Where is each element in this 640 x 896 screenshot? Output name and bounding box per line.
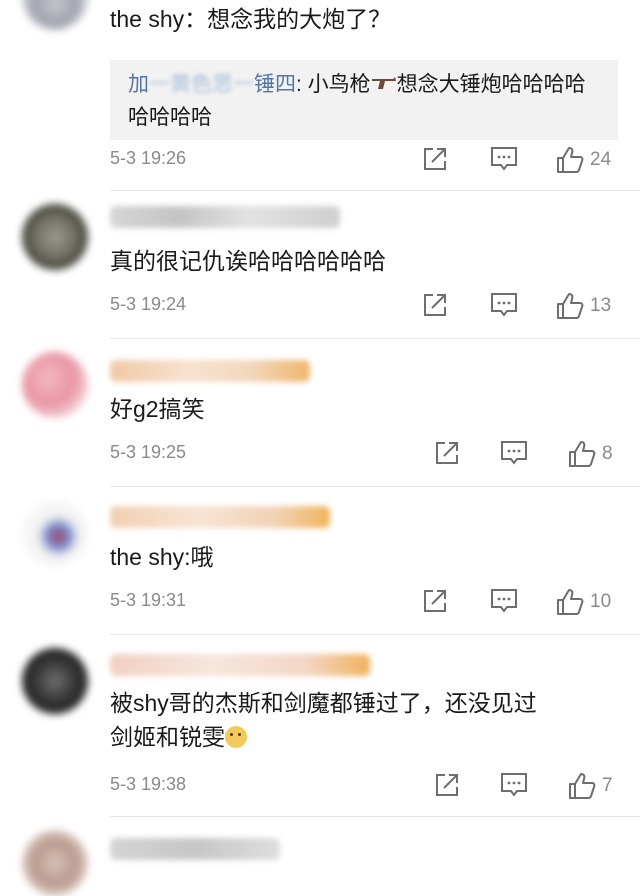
timestamp: 5-3 19:31 (110, 590, 187, 610)
comment-item: the shy：想念我的大炮了？ 加一黄色思一锤四: 小鸟枪 想念大锤炮哈哈哈哈哈… (0, 0, 640, 190)
share-button[interactable] (422, 292, 448, 318)
thumbs-up-icon (569, 773, 596, 799)
doge-emoji-icon (225, 726, 247, 748)
avatar[interactable] (22, 830, 88, 896)
comment-button[interactable] (490, 146, 518, 172)
comment-meta: 5-3 19:31 10 (110, 588, 620, 618)
comment-meta: 5-3 19:25 8 (110, 440, 620, 470)
reply-author-blurred[interactable]: 一黄色思一 (149, 73, 254, 96)
like-count: 10 (590, 591, 612, 612)
comment-item: 好g2搞笑 5-3 19:25 8 (0, 338, 640, 486)
comment-icon (491, 589, 517, 613)
reply-author[interactable]: 加 (128, 73, 149, 96)
comment-icon (491, 147, 517, 171)
avatar[interactable] (22, 204, 88, 270)
like-count: 8 (602, 443, 613, 464)
comment-meta: 5-3 19:24 13 (110, 292, 620, 322)
comment-icon (491, 293, 517, 317)
comment-item: 真的很记仇诶哈哈哈哈哈哈 5-3 19:24 13 (0, 190, 640, 338)
like-count: 24 (590, 149, 612, 170)
comment-text-line: 被shy哥的杰斯和剑魔都锤过了，还没见过 (110, 690, 537, 716)
username-blurred[interactable] (110, 206, 340, 228)
username-blurred[interactable] (110, 360, 310, 382)
comment-button[interactable] (500, 772, 528, 798)
share-icon (436, 442, 458, 464)
username-blurred[interactable] (110, 838, 280, 860)
timestamp: 5-3 19:25 (110, 442, 187, 462)
like-button[interactable]: 8 (568, 440, 613, 468)
comment-item: 被shy哥的杰斯和剑魔都锤过了，还没见过 剑姬和锐雯 5-3 19:38 7 (0, 634, 640, 816)
comment-text-line-2-text: 剑姬和锐雯 (110, 724, 225, 750)
comment-text: the shy:哦 (110, 544, 214, 570)
share-button[interactable] (434, 440, 460, 466)
comment-item: the shy:哦 5-3 19:31 10 (0, 486, 640, 634)
comment-text-line-2: 剑姬和锐雯 (110, 720, 616, 754)
share-icon (424, 294, 446, 316)
like-count: 13 (590, 295, 612, 316)
username-blurred[interactable] (110, 506, 330, 528)
comment-text: 被shy哥的杰斯和剑魔都锤过了，还没见过 剑姬和锐雯 (110, 686, 616, 754)
username-blurred[interactable] (110, 654, 370, 676)
share-button[interactable] (422, 588, 448, 614)
share-icon (424, 590, 446, 612)
comment-icon (501, 773, 527, 797)
thumbs-up-icon (557, 589, 584, 615)
avatar[interactable] (22, 648, 88, 714)
reply-author-tail[interactable]: 锤四 (254, 73, 296, 96)
comment-meta: 5-3 19:38 7 (110, 772, 620, 802)
avatar[interactable] (22, 500, 88, 566)
reply-box[interactable]: 加一黄色思一锤四: 小鸟枪 想念大锤炮哈哈哈哈哈哈哈哈 (110, 60, 618, 140)
comment-text: 好g2搞笑 (110, 396, 205, 422)
avatar[interactable] (22, 352, 88, 418)
comment-item (0, 816, 640, 896)
timestamp: 5-3 19:38 (110, 774, 187, 794)
share-button[interactable] (434, 772, 460, 798)
comment-button[interactable] (490, 588, 518, 614)
share-icon (436, 774, 458, 796)
timestamp: 5-3 19:24 (110, 294, 187, 314)
like-count: 7 (602, 775, 613, 796)
like-button[interactable]: 13 (556, 292, 611, 320)
comment-meta: 5-3 19:26 24 (110, 146, 620, 176)
share-icon (424, 148, 446, 170)
reply-text-before: : 小鸟枪 (296, 73, 371, 96)
share-button[interactable] (422, 146, 448, 172)
timestamp: 5-3 19:26 (110, 148, 187, 168)
comment-text: the shy：想念我的大炮了？ (110, 6, 392, 32)
comment-text: 真的很记仇诶哈哈哈哈哈哈 (110, 248, 386, 274)
like-button[interactable]: 10 (556, 588, 611, 616)
comment-icon (501, 441, 527, 465)
like-button[interactable]: 24 (556, 146, 611, 174)
comment-button[interactable] (490, 292, 518, 318)
comment-button[interactable] (500, 440, 528, 466)
gun-emoji-icon (371, 77, 396, 89)
avatar[interactable] (22, 0, 88, 30)
thumbs-up-icon (557, 147, 584, 173)
thumbs-up-icon (557, 293, 584, 319)
thumbs-up-icon (569, 441, 596, 467)
like-button[interactable]: 7 (568, 772, 613, 800)
